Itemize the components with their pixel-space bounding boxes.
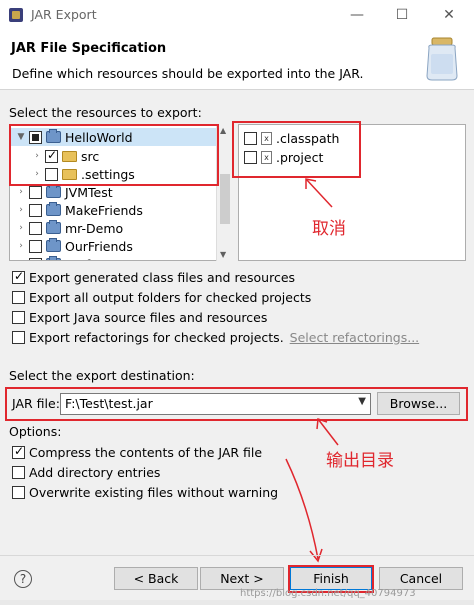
- option-overwrite[interactable]: Overwrite existing files without warning: [12, 483, 278, 501]
- tree-checkbox[interactable]: [29, 257, 42, 260]
- jar-file-combo[interactable]: F:\Test\test.jar ▼: [60, 393, 371, 415]
- project-icon: [46, 238, 61, 252]
- help-icon[interactable]: ?: [14, 570, 32, 588]
- page-description: Define which resources should be exporte…: [12, 66, 364, 81]
- select-refactorings-link[interactable]: Select refactorings...: [290, 330, 419, 345]
- tree-item-label: perfect: [65, 257, 110, 261]
- option-export-class-files[interactable]: Export generated class files and resourc…: [12, 268, 295, 286]
- option-export-output-folders[interactable]: Export all output folders for checked pr…: [12, 288, 311, 306]
- option-label: Add directory entries: [29, 464, 161, 480]
- checkbox[interactable]: [12, 269, 25, 284]
- option-add-directory-entries[interactable]: Add directory entries: [12, 463, 160, 481]
- option-label: Compress the contents of the JAR file: [29, 444, 263, 460]
- resources-label: Select the resources to export:: [9, 105, 202, 120]
- project-icon: [46, 256, 61, 260]
- annotation-box-files: [232, 121, 361, 178]
- tree-checkbox[interactable]: [29, 239, 42, 253]
- tree-item-label: OurFriends: [65, 238, 133, 254]
- chevron-right-icon[interactable]: ›: [16, 205, 26, 215]
- back-button[interactable]: < Back: [114, 567, 198, 590]
- tree-item-label: MakeFriends: [65, 202, 143, 218]
- annotation-arrow: [285, 458, 323, 563]
- option-label: Overwrite existing files without warning: [29, 484, 279, 500]
- page-title: JAR File Specification: [11, 41, 167, 56]
- option-label: Export all output folders for checked pr…: [29, 289, 312, 305]
- annotation-box-tree: [9, 124, 219, 186]
- tree-checkbox[interactable]: [29, 221, 42, 235]
- option-label: Export Java source files and resources: [29, 309, 268, 325]
- annotation-output-dir-text: 输出目录: [326, 451, 394, 471]
- destination-label: Select the export destination:: [9, 368, 195, 383]
- minimize-button[interactable]: —: [346, 4, 368, 26]
- jar-file-label: JAR file:: [12, 396, 60, 411]
- tree-checkbox[interactable]: [29, 185, 42, 199]
- window-bottom-edge: [0, 600, 474, 605]
- scroll-thumb[interactable]: [220, 174, 230, 224]
- project-icon: [46, 184, 61, 198]
- close-button[interactable]: ✕: [438, 4, 460, 26]
- annotation-arrow: [305, 178, 333, 208]
- tree-item-mr-demo[interactable]: › mr-Demo: [16, 219, 123, 237]
- option-export-refactorings[interactable]: Export refactorings for checked projects…: [12, 328, 419, 346]
- window-title: JAR Export: [31, 7, 97, 22]
- tree-item-label: mr-Demo: [65, 220, 124, 236]
- watermark: https://blog.csdn.net/qq_40794973: [240, 588, 416, 599]
- tree-item-ourfriends[interactable]: › OurFriends: [16, 237, 133, 255]
- checkbox[interactable]: [12, 485, 25, 499]
- tree-item-label: JVMTest: [65, 184, 113, 200]
- browse-button[interactable]: Browse...: [377, 392, 460, 415]
- option-label: Export refactorings for checked projects…: [29, 329, 284, 345]
- scroll-up-icon[interactable]: ▲: [220, 126, 226, 135]
- jar-icon: [426, 37, 458, 81]
- checkbox[interactable]: [12, 330, 25, 344]
- chevron-right-icon[interactable]: ›: [16, 187, 26, 197]
- checkbox[interactable]: [12, 444, 25, 459]
- scroll-down-icon[interactable]: ▼: [220, 250, 226, 259]
- separator: [0, 555, 474, 556]
- options-label: Options:: [9, 424, 62, 439]
- checkbox[interactable]: [12, 465, 25, 479]
- jar-file-value: F:\Test\test.jar: [65, 396, 153, 411]
- option-label: Export generated class files and resourc…: [29, 269, 296, 285]
- chevron-down-icon[interactable]: ▼: [358, 396, 366, 407]
- chevron-right-icon[interactable]: ›: [16, 241, 26, 251]
- option-compress[interactable]: Compress the contents of the JAR file: [12, 443, 262, 461]
- maximize-button[interactable]: ☐: [391, 4, 413, 26]
- annotation-cancel-text: 取消: [312, 219, 346, 239]
- chevron-right-icon[interactable]: ›: [16, 259, 26, 260]
- next-button[interactable]: Next >: [200, 567, 284, 590]
- title-bar: JAR Export — ☐ ✕: [0, 0, 474, 30]
- project-icon: [46, 220, 61, 234]
- project-icon: [46, 202, 61, 216]
- chevron-right-icon[interactable]: ›: [16, 223, 26, 233]
- tree-item-makefriends[interactable]: › MakeFriends: [16, 201, 143, 219]
- option-export-source[interactable]: Export Java source files and resources: [12, 308, 267, 326]
- checkbox[interactable]: [12, 290, 25, 304]
- checkbox[interactable]: [12, 310, 25, 324]
- wizard-header: JAR File Specification Define which reso…: [0, 30, 474, 90]
- finish-button[interactable]: Finish: [290, 567, 372, 590]
- eclipse-app-icon: [9, 8, 23, 22]
- tree-checkbox[interactable]: [29, 203, 42, 217]
- tree-item-perfect[interactable]: › perfect: [16, 255, 110, 261]
- cancel-button[interactable]: Cancel: [379, 567, 463, 590]
